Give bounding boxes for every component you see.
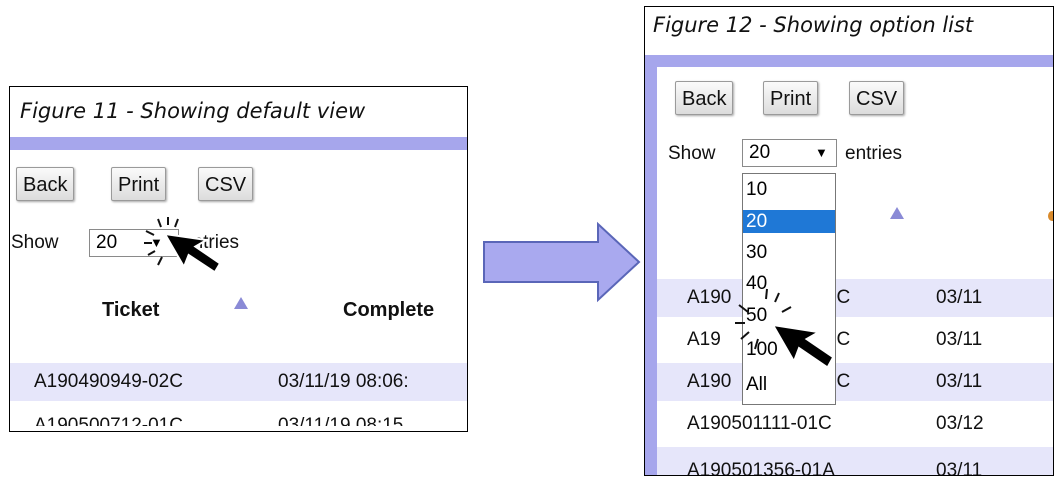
right-arrow-icon [483, 221, 641, 303]
back-button[interactable]: Back [675, 81, 734, 115]
column-header-ticket[interactable]: Ticket [102, 299, 159, 322]
table-row[interactable]: A19 -01C 03/11 [657, 321, 1053, 359]
print-button[interactable]: Print [111, 167, 167, 201]
ticket-cell: A190 [687, 371, 732, 392]
entries-length-select[interactable]: 20 ▼ [742, 139, 837, 167]
figure-11-caption: Figure 11 - Showing default view [20, 99, 366, 123]
entries-label: entries [845, 143, 903, 164]
ticket-cell: A19 [687, 329, 721, 350]
csv-button[interactable]: CSV [198, 167, 254, 201]
left-band [645, 55, 657, 475]
figure-11: Figure 11 - Showing default view Back Pr… [9, 86, 468, 432]
table-row[interactable]: A190500712-01C 03/11/19 08:15 [10, 404, 467, 426]
table-row[interactable]: A190 -02C 03/11 [657, 279, 1053, 317]
ticket-cell: A190 [687, 287, 732, 308]
ticket-cell: A190501356-01A [687, 460, 835, 476]
csv-button[interactable]: CSV [849, 81, 905, 115]
entries-selected-value: 20 [96, 232, 118, 253]
table-row[interactable]: A190490949-02C 03/11/19 08:06: [10, 363, 467, 401]
completed-cell: 03/11 [936, 329, 983, 350]
back-button[interactable]: Back [16, 167, 75, 201]
show-label: Show [668, 143, 716, 164]
completed-cell: 03/12 [936, 413, 984, 434]
figure-12-caption: Figure 12 - Showing option list [653, 13, 974, 37]
option-30[interactable]: 30 [743, 241, 835, 264]
completed-cell: 03/11/19 08:15 [278, 415, 404, 426]
table-row[interactable]: A190501356-01A 03/11 [657, 447, 1053, 476]
option-10[interactable]: 10 [743, 178, 835, 201]
ticket-cell: A190501111-01C [687, 413, 832, 434]
completed-cell: 03/11/19 08:06: [278, 371, 409, 392]
table-row[interactable]: A190 -01C 03/11 [657, 363, 1053, 401]
show-label: Show [11, 232, 59, 253]
print-button[interactable]: Print [763, 81, 819, 115]
sort-indicator-partial [1048, 211, 1053, 221]
header-band [645, 55, 1053, 67]
sort-ascending-icon [890, 207, 904, 219]
column-header-completed[interactable]: Complete [343, 299, 434, 322]
cursor-arrow-icon [771, 323, 835, 369]
completed-cell: 03/11 [936, 287, 983, 308]
figure-12: Figure 12 - Showing option list Back Pri… [644, 6, 1054, 476]
table-row[interactable]: A190501111-01C 03/12 [657, 405, 1053, 443]
dropdown-caret-icon: ▼ [815, 145, 828, 160]
option-20[interactable]: 20 [743, 210, 835, 233]
ticket-cell: A190500712-01C [34, 415, 183, 426]
completed-cell: 03/11 [936, 460, 983, 476]
ticket-cell: A190490949-02C [34, 371, 183, 392]
cursor-arrow-icon [163, 232, 222, 274]
header-band [10, 137, 467, 150]
completed-cell: 03/11 [936, 371, 983, 392]
sort-ascending-icon [234, 297, 248, 309]
entries-selected-value: 20 [749, 142, 771, 163]
